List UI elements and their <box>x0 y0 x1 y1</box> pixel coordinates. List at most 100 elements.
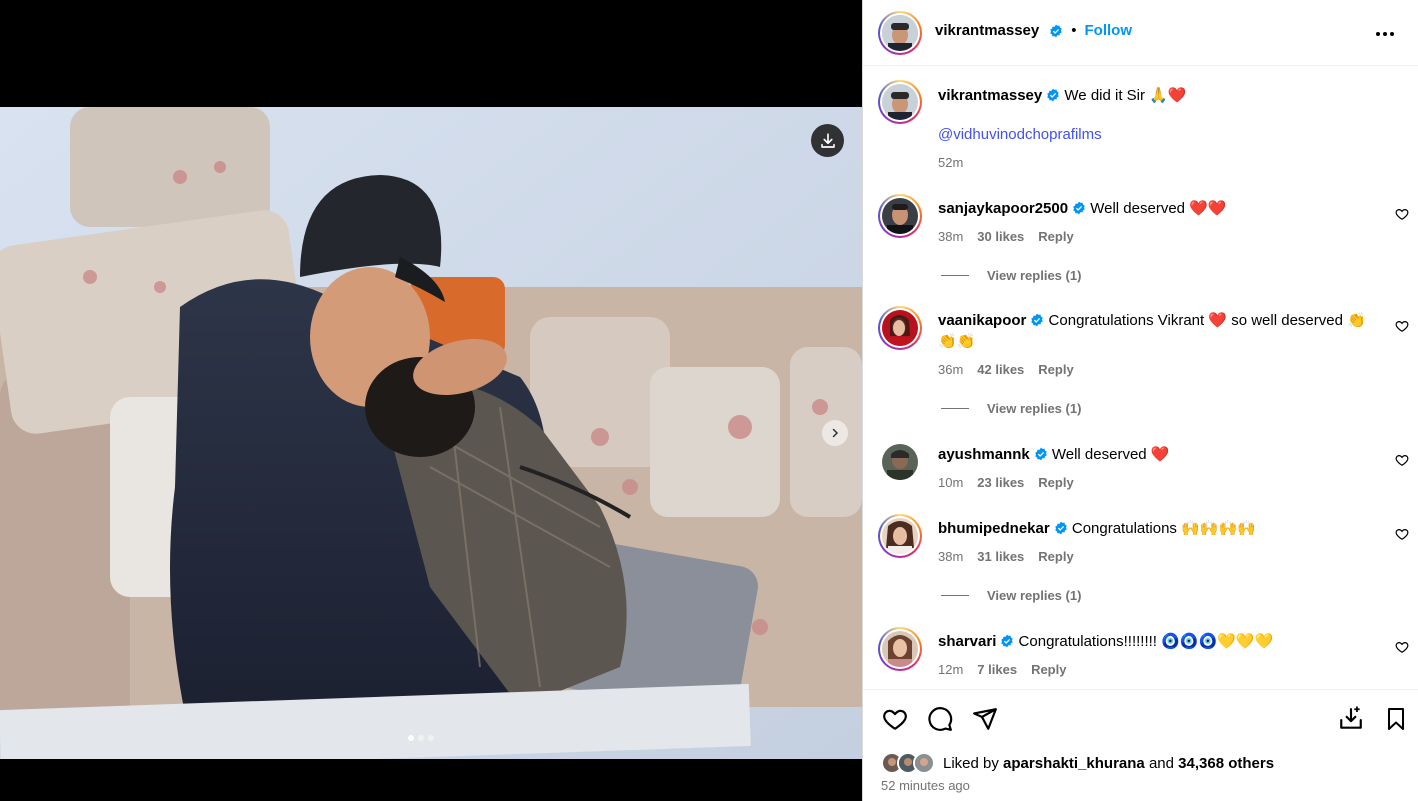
view-replies-label: View replies (1) <box>987 588 1082 603</box>
comment-like-heart-icon[interactable] <box>1395 453 1409 467</box>
follow-button[interactable]: Follow <box>1085 22 1133 39</box>
heart-icon <box>883 709 907 730</box>
comment-time: 38m <box>938 229 964 244</box>
view-replies-button[interactable]: View replies (1) <box>941 268 1081 283</box>
comment-time: 12m <box>938 662 964 677</box>
comment-likes[interactable]: 42 likes <box>977 362 1024 377</box>
comment-meta: 38m 31 likes Reply <box>938 549 1074 564</box>
comment-likes[interactable]: 7 likes <box>977 662 1017 677</box>
comment-time: 10m <box>938 475 964 490</box>
verified-badge-icon <box>1054 521 1067 535</box>
view-replies-label: View replies (1) <box>987 401 1082 416</box>
liked-by-summary: Liked by aparshakti_khurana and 34,368 o… <box>881 752 1274 774</box>
carousel-next-button[interactable] <box>822 420 848 446</box>
caption-author-avatar[interactable] <box>878 80 922 124</box>
comment-likes[interactable]: 23 likes <box>977 475 1024 490</box>
verified-badge-icon <box>1001 634 1014 648</box>
comment-meta: 12m 7 likes Reply <box>938 662 1066 677</box>
comment-likes[interactable]: 31 likes <box>977 549 1024 564</box>
commenter-avatar[interactable] <box>878 514 922 558</box>
chevron-right-icon <box>832 428 839 438</box>
post-photo-illustration <box>0 107 862 759</box>
comment-likes[interactable]: 30 likes <box>977 229 1024 244</box>
comment-time: 36m <box>938 362 964 377</box>
commenter-avatar[interactable] <box>878 194 922 238</box>
commenter-avatar[interactable] <box>882 444 918 480</box>
comment-meta: 10m 23 likes Reply <box>938 475 1074 490</box>
caption-username[interactable]: vikrantmassey <box>938 87 1042 104</box>
more-options-icon <box>1376 32 1394 36</box>
verified-badge-icon <box>1047 88 1059 102</box>
comment-button[interactable] <box>926 705 954 733</box>
download-button[interactable] <box>811 124 844 157</box>
share-icon <box>973 708 997 730</box>
comment-icon <box>928 707 953 731</box>
comment-like-heart-icon[interactable] <box>1395 319 1409 333</box>
commenter-avatar-image <box>882 310 918 346</box>
instagram-post-view: vikrantmassey • Follow vikrantmassey We … <box>0 0 1418 801</box>
save-to-collection-icon <box>1340 706 1362 729</box>
commenter-avatar[interactable] <box>878 306 922 350</box>
author-username[interactable]: vikrantmassey <box>935 22 1039 39</box>
replies-divider <box>941 408 969 409</box>
post-actions: Liked by aparshakti_khurana and 34,368 o… <box>863 689 1418 801</box>
comment-username[interactable]: sanjaykapoor2500 <box>938 200 1068 217</box>
commenter-avatar-image <box>882 631 918 667</box>
comment-username[interactable]: vaanikapoor <box>938 312 1026 329</box>
carousel-dot <box>418 735 424 741</box>
comment-reply-button[interactable]: Reply <box>1038 362 1073 377</box>
comments-list[interactable]: vikrantmassey We did it Sir 🙏❤️ @vidhuvi… <box>863 67 1418 689</box>
comment-like-heart-icon[interactable] <box>1395 527 1409 541</box>
view-replies-label: View replies (1) <box>987 268 1082 283</box>
more-options-button[interactable] <box>1373 22 1397 46</box>
view-replies-button[interactable]: View replies (1) <box>941 401 1081 416</box>
share-button[interactable] <box>971 705 999 733</box>
comment-text-row: ayushmannk Well deserved ❤️ <box>938 444 1368 465</box>
comment-text-row: vaanikapoor Congratulations Vikrant ❤️ s… <box>938 310 1368 352</box>
post-photo[interactable] <box>0 107 862 759</box>
commenter-avatar-image <box>882 444 918 480</box>
comment-username[interactable]: sharvari <box>938 633 996 650</box>
verified-badge-icon <box>1031 313 1044 327</box>
caption-text-row: vikrantmassey We did it Sir 🙏❤️ <box>938 85 1368 106</box>
comment-reply-button[interactable]: Reply <box>1038 549 1073 564</box>
liked-by-avatars[interactable] <box>881 752 935 774</box>
comment-like-heart-icon[interactable] <box>1395 207 1409 221</box>
caption-timestamp: 52m <box>938 155 964 170</box>
view-replies-button[interactable]: View replies (1) <box>941 588 1081 603</box>
comment-reply-button[interactable]: Reply <box>1038 475 1073 490</box>
caption-mention-link[interactable]: @vidhuvinodchoprafilms <box>938 126 1102 143</box>
comment-username[interactable]: bhumipednekar <box>938 520 1050 537</box>
post-header: vikrantmassey • Follow <box>863 0 1418 66</box>
carousel-dot <box>428 735 434 741</box>
replies-divider <box>941 595 969 596</box>
like-button[interactable] <box>881 705 909 733</box>
author-avatar[interactable] <box>878 11 922 55</box>
comment-meta: 38m 30 likes Reply <box>938 229 1074 244</box>
separator-dot: • <box>1071 22 1077 39</box>
save-to-collection-button[interactable] <box>1337 705 1365 733</box>
comment-meta: 36m 42 likes Reply <box>938 362 1074 377</box>
post-timestamp[interactable]: 52 minutes ago <box>881 778 970 793</box>
commenter-avatar-image <box>882 518 918 554</box>
comment-text: Congratulations!!!!!!!! 🧿🧿🧿💛💛💛 <box>1018 633 1274 650</box>
liked-by-others[interactable]: 34,368 others <box>1178 755 1274 772</box>
verified-badge-icon <box>1073 201 1085 215</box>
caption-text: We did it Sir 🙏❤️ <box>1064 87 1187 104</box>
comment-time: 38m <box>938 549 964 564</box>
commenter-avatar[interactable] <box>878 627 922 671</box>
comment-like-heart-icon[interactable] <box>1395 640 1409 654</box>
carousel-indicator <box>408 735 434 741</box>
comment-text: Well deserved ❤️ <box>1051 446 1170 463</box>
liked-by-prefix: Liked by <box>943 754 999 772</box>
post-side-panel: vikrantmassey • Follow vikrantmassey We … <box>862 0 1418 801</box>
liked-by-username[interactable]: aparshakti_khurana <box>1003 755 1145 772</box>
comment-reply-button[interactable]: Reply <box>1031 662 1066 677</box>
comment-username[interactable]: ayushmannk <box>938 446 1030 463</box>
comment-reply-button[interactable]: Reply <box>1038 229 1073 244</box>
bookmark-button[interactable] <box>1382 705 1410 733</box>
liked-by-and: and <box>1148 754 1174 772</box>
comment-text-row: bhumipednekar Congratulations 🙌🙌🙌🙌 <box>938 518 1368 539</box>
caption-author-avatar-image <box>882 84 918 120</box>
comment-text-row: sanjaykapoor2500 Well deserved ❤️❤️ <box>938 198 1368 219</box>
